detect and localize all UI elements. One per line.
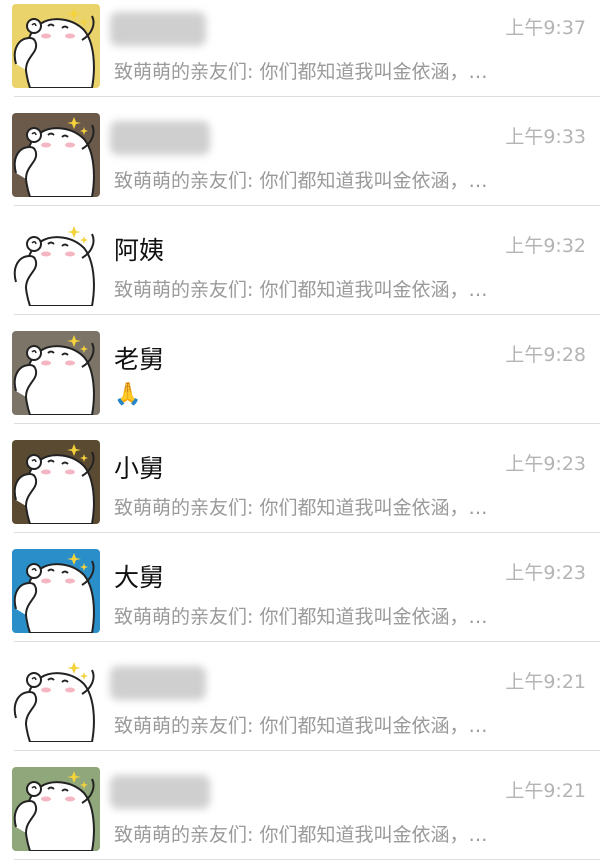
chat-row[interactable]: 上午9:37 致萌萌的亲友们: 你们都知道我叫金依涵，…: [0, 0, 600, 97]
message-time: 上午9:28: [505, 344, 586, 366]
message-preview: 致萌萌的亲友们: 你们都知道我叫金依涵，…: [114, 279, 488, 301]
blurred-contact-name: [110, 121, 210, 155]
avatar[interactable]: [12, 113, 100, 197]
message-time: 上午9:23: [505, 453, 586, 475]
avatar[interactable]: [12, 331, 100, 415]
message-preview: 致萌萌的亲友们: 你们都知道我叫金依涵，…: [114, 606, 488, 628]
row-divider: [14, 859, 600, 860]
contact-name: 小舅: [114, 454, 165, 483]
message-preview: 致萌萌的亲友们: 你们都知道我叫金依涵，…: [114, 170, 488, 192]
contact-name: 阿姨: [114, 236, 165, 265]
cartoon-mouse-avatar-icon: [12, 440, 100, 524]
message-time: 上午9:37: [505, 17, 586, 39]
cartoon-mouse-avatar-icon: [12, 113, 100, 197]
avatar[interactable]: [12, 222, 100, 306]
avatar[interactable]: [12, 549, 100, 633]
message-time: 上午9:21: [505, 671, 586, 693]
chat-row[interactable]: 上午9:21 致萌萌的亲友们: 你们都知道我叫金依涵，…: [0, 642, 600, 751]
message-preview: 致萌萌的亲友们: 你们都知道我叫金依涵，…: [114, 715, 488, 737]
cartoon-mouse-avatar-icon: [12, 222, 100, 306]
message-time: 上午9:32: [505, 235, 586, 257]
chat-row[interactable]: 老舅 上午9:28 🙏: [0, 315, 600, 424]
chat-list: 上午9:37 致萌萌的亲友们: 你们都知道我叫金依涵，… 上午9:33 致萌萌的亲友们…: [0, 0, 600, 860]
message-preview: 致萌萌的亲友们: 你们都知道我叫金依涵，…: [114, 824, 488, 846]
message-preview: 致萌萌的亲友们: 你们都知道我叫金依涵，…: [114, 61, 488, 83]
cartoon-mouse-avatar-icon: [12, 331, 100, 415]
blurred-contact-name: [110, 666, 206, 700]
cartoon-mouse-avatar-icon: [12, 4, 100, 88]
chat-row[interactable]: 上午9:21 致萌萌的亲友们: 你们都知道我叫金依涵，…: [0, 751, 600, 860]
avatar[interactable]: [12, 4, 100, 88]
cartoon-mouse-avatar-icon: [12, 767, 100, 851]
contact-name: 大舅: [114, 563, 165, 592]
cartoon-mouse-avatar-icon: [12, 549, 100, 633]
avatar[interactable]: [12, 440, 100, 524]
message-preview: 🙏: [114, 382, 142, 407]
message-time: 上午9:21: [505, 780, 586, 802]
cartoon-mouse-avatar-icon: [12, 658, 100, 742]
message-preview: 致萌萌的亲友们: 你们都知道我叫金依涵，…: [114, 497, 488, 519]
blurred-contact-name: [110, 12, 206, 46]
avatar[interactable]: [12, 658, 100, 742]
chat-row[interactable]: 上午9:33 致萌萌的亲友们: 你们都知道我叫金依涵，…: [0, 97, 600, 206]
avatar[interactable]: [12, 767, 100, 851]
contact-name: 老舅: [114, 345, 165, 374]
chat-row[interactable]: 小舅 上午9:23 致萌萌的亲友们: 你们都知道我叫金依涵，…: [0, 424, 600, 533]
chat-row[interactable]: 阿姨 上午9:32 致萌萌的亲友们: 你们都知道我叫金依涵，…: [0, 206, 600, 315]
chat-row[interactable]: 大舅 上午9:23 致萌萌的亲友们: 你们都知道我叫金依涵，…: [0, 533, 600, 642]
message-time: 上午9:23: [505, 562, 586, 584]
message-time: 上午9:33: [505, 126, 586, 148]
blurred-contact-name: [110, 775, 210, 809]
